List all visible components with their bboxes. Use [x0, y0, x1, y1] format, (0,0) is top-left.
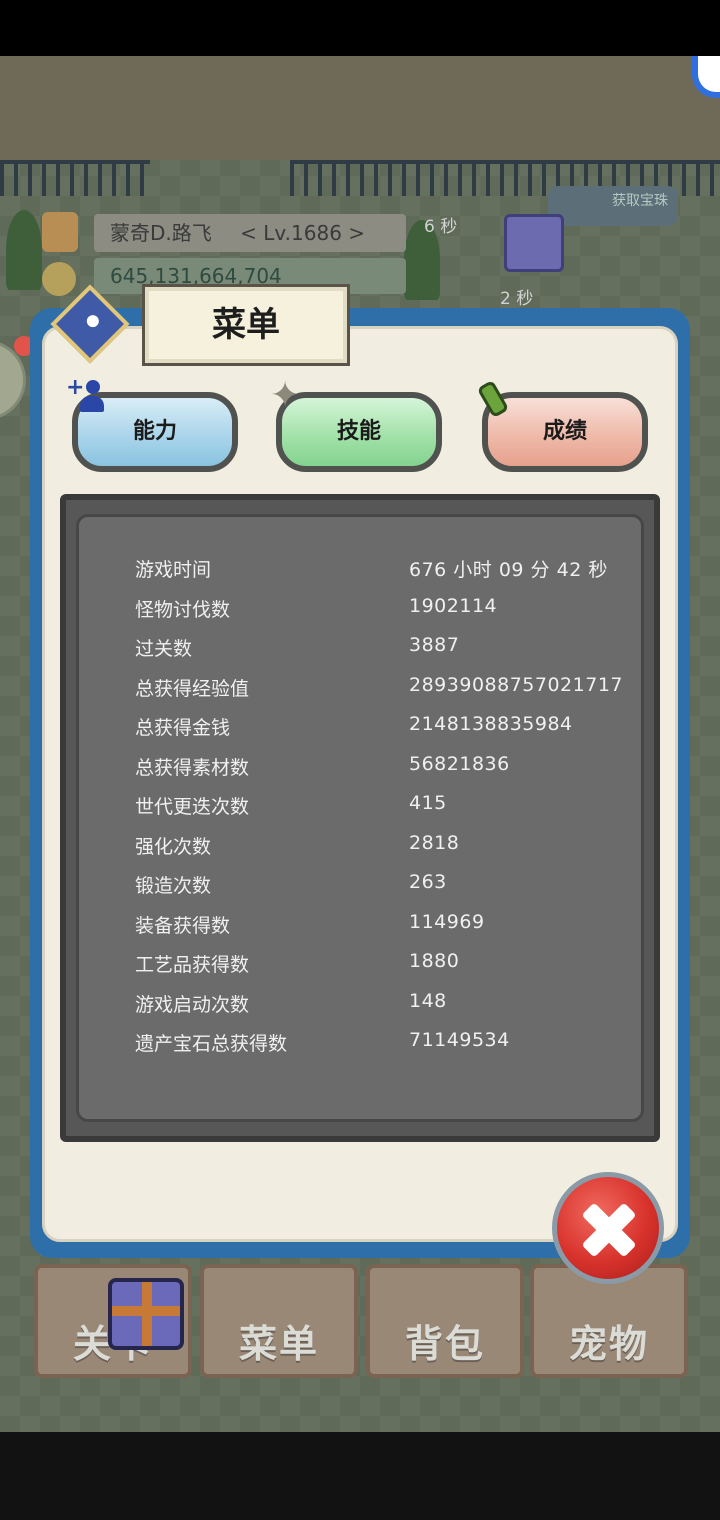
timer-top: 6 秒 [424, 217, 458, 237]
stat-value: 415 [409, 792, 447, 814]
plus-glyph: + [66, 375, 85, 400]
star-icon: ✦ [270, 375, 301, 416]
stat-row: 总获得金钱 2148138835984 [135, 713, 655, 745]
stat-row: 遗产宝石总获得数 71149534 [135, 1029, 655, 1061]
stat-row: 游戏时间 676 小时 09 分 42 秒 [135, 555, 655, 587]
stat-row: 工艺品获得数 1880 [135, 950, 655, 982]
stat-row: 世代更迭次数 415 [135, 792, 655, 824]
tree-icon [6, 210, 42, 290]
fence-left [0, 160, 150, 196]
stat-row: 装备获得数 114969 [135, 911, 655, 943]
stats-list: 游戏时间 676 小时 09 分 42 秒 怪物讨伐数 1902114 过关数 … [76, 514, 644, 1122]
stat-value: 114969 [409, 911, 485, 933]
stat-label: 装备获得数 [135, 915, 231, 937]
tab-record[interactable]: 成绩 [482, 392, 648, 472]
stat-row: 怪物讨伐数 1902114 [135, 595, 655, 627]
gift-ribbon [112, 1306, 180, 1316]
stat-row: 强化次数 2818 [135, 832, 655, 864]
stat-row: 游戏启动次数 148 [135, 990, 655, 1022]
stat-label: 游戏时间 [135, 559, 212, 581]
stat-label: 强化次数 [135, 836, 212, 858]
stat-value: 2818 [409, 832, 460, 854]
coin-icon [42, 262, 76, 296]
stat-value: 676 小时 09 分 42 秒 [409, 559, 608, 581]
stat-label: 工艺品获得数 [135, 954, 250, 976]
nav-menu-button[interactable]: 菜单 [200, 1264, 358, 1378]
get-gems-button[interactable]: 获取宝珠 [548, 186, 678, 226]
player-avatar[interactable] [42, 212, 78, 252]
stat-value: 263 [409, 871, 447, 893]
player-name: 蒙奇D.路飞 [110, 221, 212, 245]
stat-value: 1902114 [409, 595, 498, 617]
stat-value: 2148138835984 [409, 713, 573, 735]
gift-box-icon[interactable] [504, 214, 564, 272]
stat-label: 总获得素材数 [135, 757, 250, 779]
gift-box-icon[interactable] [108, 1278, 184, 1350]
stat-value: 56821836 [409, 753, 510, 775]
person-body [80, 396, 104, 412]
stat-label: 锻造次数 [135, 875, 212, 897]
stat-value: 148 [409, 990, 447, 1012]
modal-title: 菜单 [142, 284, 350, 366]
stats-panel: 游戏时间 676 小时 09 分 42 秒 怪物讨伐数 1902114 过关数 … [60, 494, 660, 1142]
stat-label: 世代更迭次数 [135, 796, 250, 818]
stat-label: 遗产宝石总获得数 [135, 1033, 288, 1055]
player-name-bar: 蒙奇D.路飞 < Lv.1686 > [94, 214, 406, 252]
stat-value: 1880 [409, 950, 460, 972]
stat-label: 过关数 [135, 638, 193, 660]
close-button[interactable] [552, 1172, 664, 1284]
person-plus-icon: + [66, 375, 106, 416]
stat-label: 游戏启动次数 [135, 994, 250, 1016]
stat-label: 总获得金钱 [135, 717, 231, 739]
stat-label: 怪物讨伐数 [135, 599, 231, 621]
system-nav-bar [0, 1432, 720, 1520]
stat-value: 28939088757021717 [409, 674, 624, 696]
stat-row: 总获得素材数 56821836 [135, 753, 655, 785]
person-head [86, 380, 100, 394]
stat-value: 71149534 [409, 1029, 510, 1051]
nav-bag-button[interactable]: 背包 [366, 1264, 524, 1378]
status-bar [0, 0, 720, 56]
nav-menu-label: 菜单 [238, 1322, 319, 1366]
stat-value: 3887 [409, 634, 460, 656]
nav-bag-label: 背包 [404, 1322, 485, 1366]
stat-row: 过关数 3887 [135, 634, 655, 666]
stat-row: 锻造次数 263 [135, 871, 655, 903]
nav-pet-label: 宠物 [568, 1322, 649, 1366]
game-sky [0, 56, 720, 160]
stat-row: 总获得经验值 28939088757021717 [135, 674, 655, 706]
stat-label: 总获得经验值 [135, 678, 250, 700]
timer-gift: 2 秒 [500, 289, 534, 309]
player-level: < Lv.1686 > [240, 221, 366, 245]
